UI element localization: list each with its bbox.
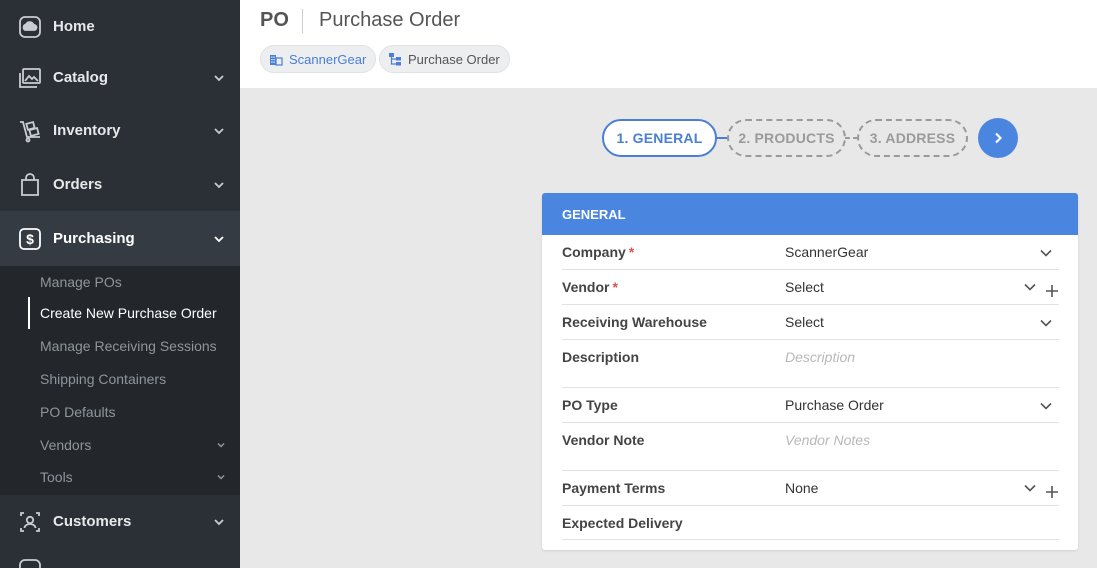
nav-catalog[interactable]: Catalog (0, 51, 240, 104)
submenu-label: Tools (40, 469, 73, 485)
vendor-select[interactable]: Select (785, 279, 824, 295)
nav-label: Home (53, 18, 95, 35)
submenu-label: Shipping Containers (40, 371, 167, 387)
vendor-note-field[interactable]: Vendor Note Vendor Notes (562, 423, 1059, 471)
expected-delivery-field[interactable]: Expected Delivery (562, 506, 1059, 540)
chevron-down-icon[interactable] (1023, 280, 1037, 294)
orders-icon (21, 172, 39, 196)
doc-type-chip[interactable]: Purchase Order (379, 45, 510, 73)
chevron-down-icon (214, 127, 224, 134)
chevron-down-icon[interactable] (1039, 316, 1053, 330)
nav-inventory[interactable]: Inventory (0, 104, 240, 157)
description-field[interactable]: Description Description (562, 340, 1059, 388)
field-label: Vendor * (562, 279, 618, 295)
submenu-label: PO Defaults (40, 404, 116, 420)
field-label: Expected Delivery (562, 515, 683, 531)
chip-label: ScannerGear (289, 51, 367, 67)
submenu-item-manage-pos[interactable]: Manage POs (28, 266, 240, 298)
submenu-label: Vendors (40, 437, 92, 453)
field-label: PO Type (562, 397, 618, 413)
nav-label: Catalog (53, 69, 109, 86)
chevron-right-icon (995, 132, 1003, 144)
submenu-label: Create New Purchase Order (40, 305, 217, 321)
field-label: Receiving Warehouse (562, 314, 707, 330)
submenu-label: Manage Receiving Sessions (40, 338, 217, 354)
po-type-select[interactable]: Purchase Order (785, 397, 884, 413)
inventory-icon (20, 120, 40, 142)
field-label: Payment Terms (562, 480, 666, 496)
payment-terms-field[interactable]: Payment Terms None (562, 471, 1059, 506)
po-type-field[interactable]: PO Type Purchase Order (562, 388, 1059, 423)
svg-text:$: $ (26, 231, 34, 247)
submenu-item-create-po[interactable]: Create New Purchase Order (28, 297, 240, 329)
submenu-item-shipping-containers[interactable]: Shipping Containers (28, 363, 240, 395)
chevron-down-icon (217, 442, 225, 448)
chevron-down-icon[interactable] (1023, 481, 1037, 495)
nav-label: Customers (53, 513, 132, 530)
submenu-item-vendors[interactable]: Vendors (28, 429, 240, 461)
nav-label: Inventory (53, 122, 121, 139)
chevron-down-icon (214, 181, 224, 188)
page-module: PO (260, 9, 289, 31)
chevron-down-icon[interactable] (1039, 246, 1053, 260)
chevron-down-icon (214, 235, 224, 242)
add-vendor-icon[interactable] (1045, 284, 1059, 298)
page-title: Purchase Order (319, 9, 461, 31)
step-address[interactable]: 3. ADDRESS (857, 119, 968, 157)
nav-home[interactable]: Home (0, 0, 240, 53)
vendor-note-input[interactable]: Vendor Notes (785, 432, 870, 448)
nav-purchasing[interactable]: $ Purchasing (0, 211, 240, 266)
header-divider (302, 9, 303, 33)
submenu-item-receiving-sessions[interactable]: Manage Receiving Sessions (28, 330, 240, 362)
general-card: GENERAL Company * ScannerGear Vendor * Sel… (542, 193, 1078, 550)
nav-customers[interactable]: Customers (0, 495, 240, 548)
card-title: GENERAL (542, 193, 1078, 235)
add-payment-terms-icon[interactable] (1045, 485, 1059, 499)
purchasing-icon: $ (19, 227, 41, 250)
page-header: PO Purchase Order ScannerGear Purchase O… (240, 0, 1097, 88)
catalog-icon (19, 67, 41, 88)
chevron-down-icon (214, 518, 224, 525)
step-general[interactable]: 1. GENERAL (602, 119, 717, 157)
chevron-down-icon[interactable] (1039, 399, 1053, 413)
chevron-down-icon (217, 474, 225, 480)
submenu-item-po-defaults[interactable]: PO Defaults (28, 396, 240, 428)
purchasing-submenu: Manage POs Create New Purchase Order Man… (0, 266, 240, 495)
chevron-down-icon (214, 74, 224, 81)
sidebar: Home Catalog Inventory Orders $ Purchasi… (0, 0, 240, 568)
customers-icon (20, 511, 40, 532)
next-step-button[interactable] (978, 118, 1018, 158)
home-icon (19, 15, 41, 38)
warehouse-select[interactable]: Select (785, 314, 824, 330)
nav-orders[interactable]: Orders (0, 158, 240, 211)
chip-label: Purchase Order (408, 51, 500, 67)
required-mark: * (628, 244, 635, 260)
submenu-label: Manage POs (40, 274, 122, 290)
required-mark: * (612, 279, 618, 295)
field-label-text: Vendor (562, 279, 610, 295)
submenu-item-tools[interactable]: Tools (28, 461, 240, 493)
description-input[interactable]: Description (785, 349, 855, 365)
step-products[interactable]: 2. PRODUCTS (727, 119, 846, 157)
building-icon (270, 55, 283, 66)
field-label-text: Company (562, 244, 626, 260)
receiving-warehouse-field[interactable]: Receiving Warehouse Select (562, 305, 1059, 340)
payment-terms-select[interactable]: None (785, 480, 818, 496)
field-label: Vendor Note (562, 432, 645, 448)
nav-label: Orders (53, 176, 103, 193)
hierarchy-icon (389, 53, 401, 66)
field-label: Description (562, 349, 640, 365)
nav-label: Purchasing (53, 230, 135, 247)
field-label: Company * (562, 244, 634, 260)
vendor-field[interactable]: Vendor * Select (562, 270, 1059, 305)
company-field[interactable]: Company * ScannerGear (562, 235, 1059, 270)
company-chip[interactable]: ScannerGear (260, 45, 377, 73)
company-select[interactable]: ScannerGear (785, 244, 868, 260)
nav-more-icon[interactable] (18, 558, 42, 568)
